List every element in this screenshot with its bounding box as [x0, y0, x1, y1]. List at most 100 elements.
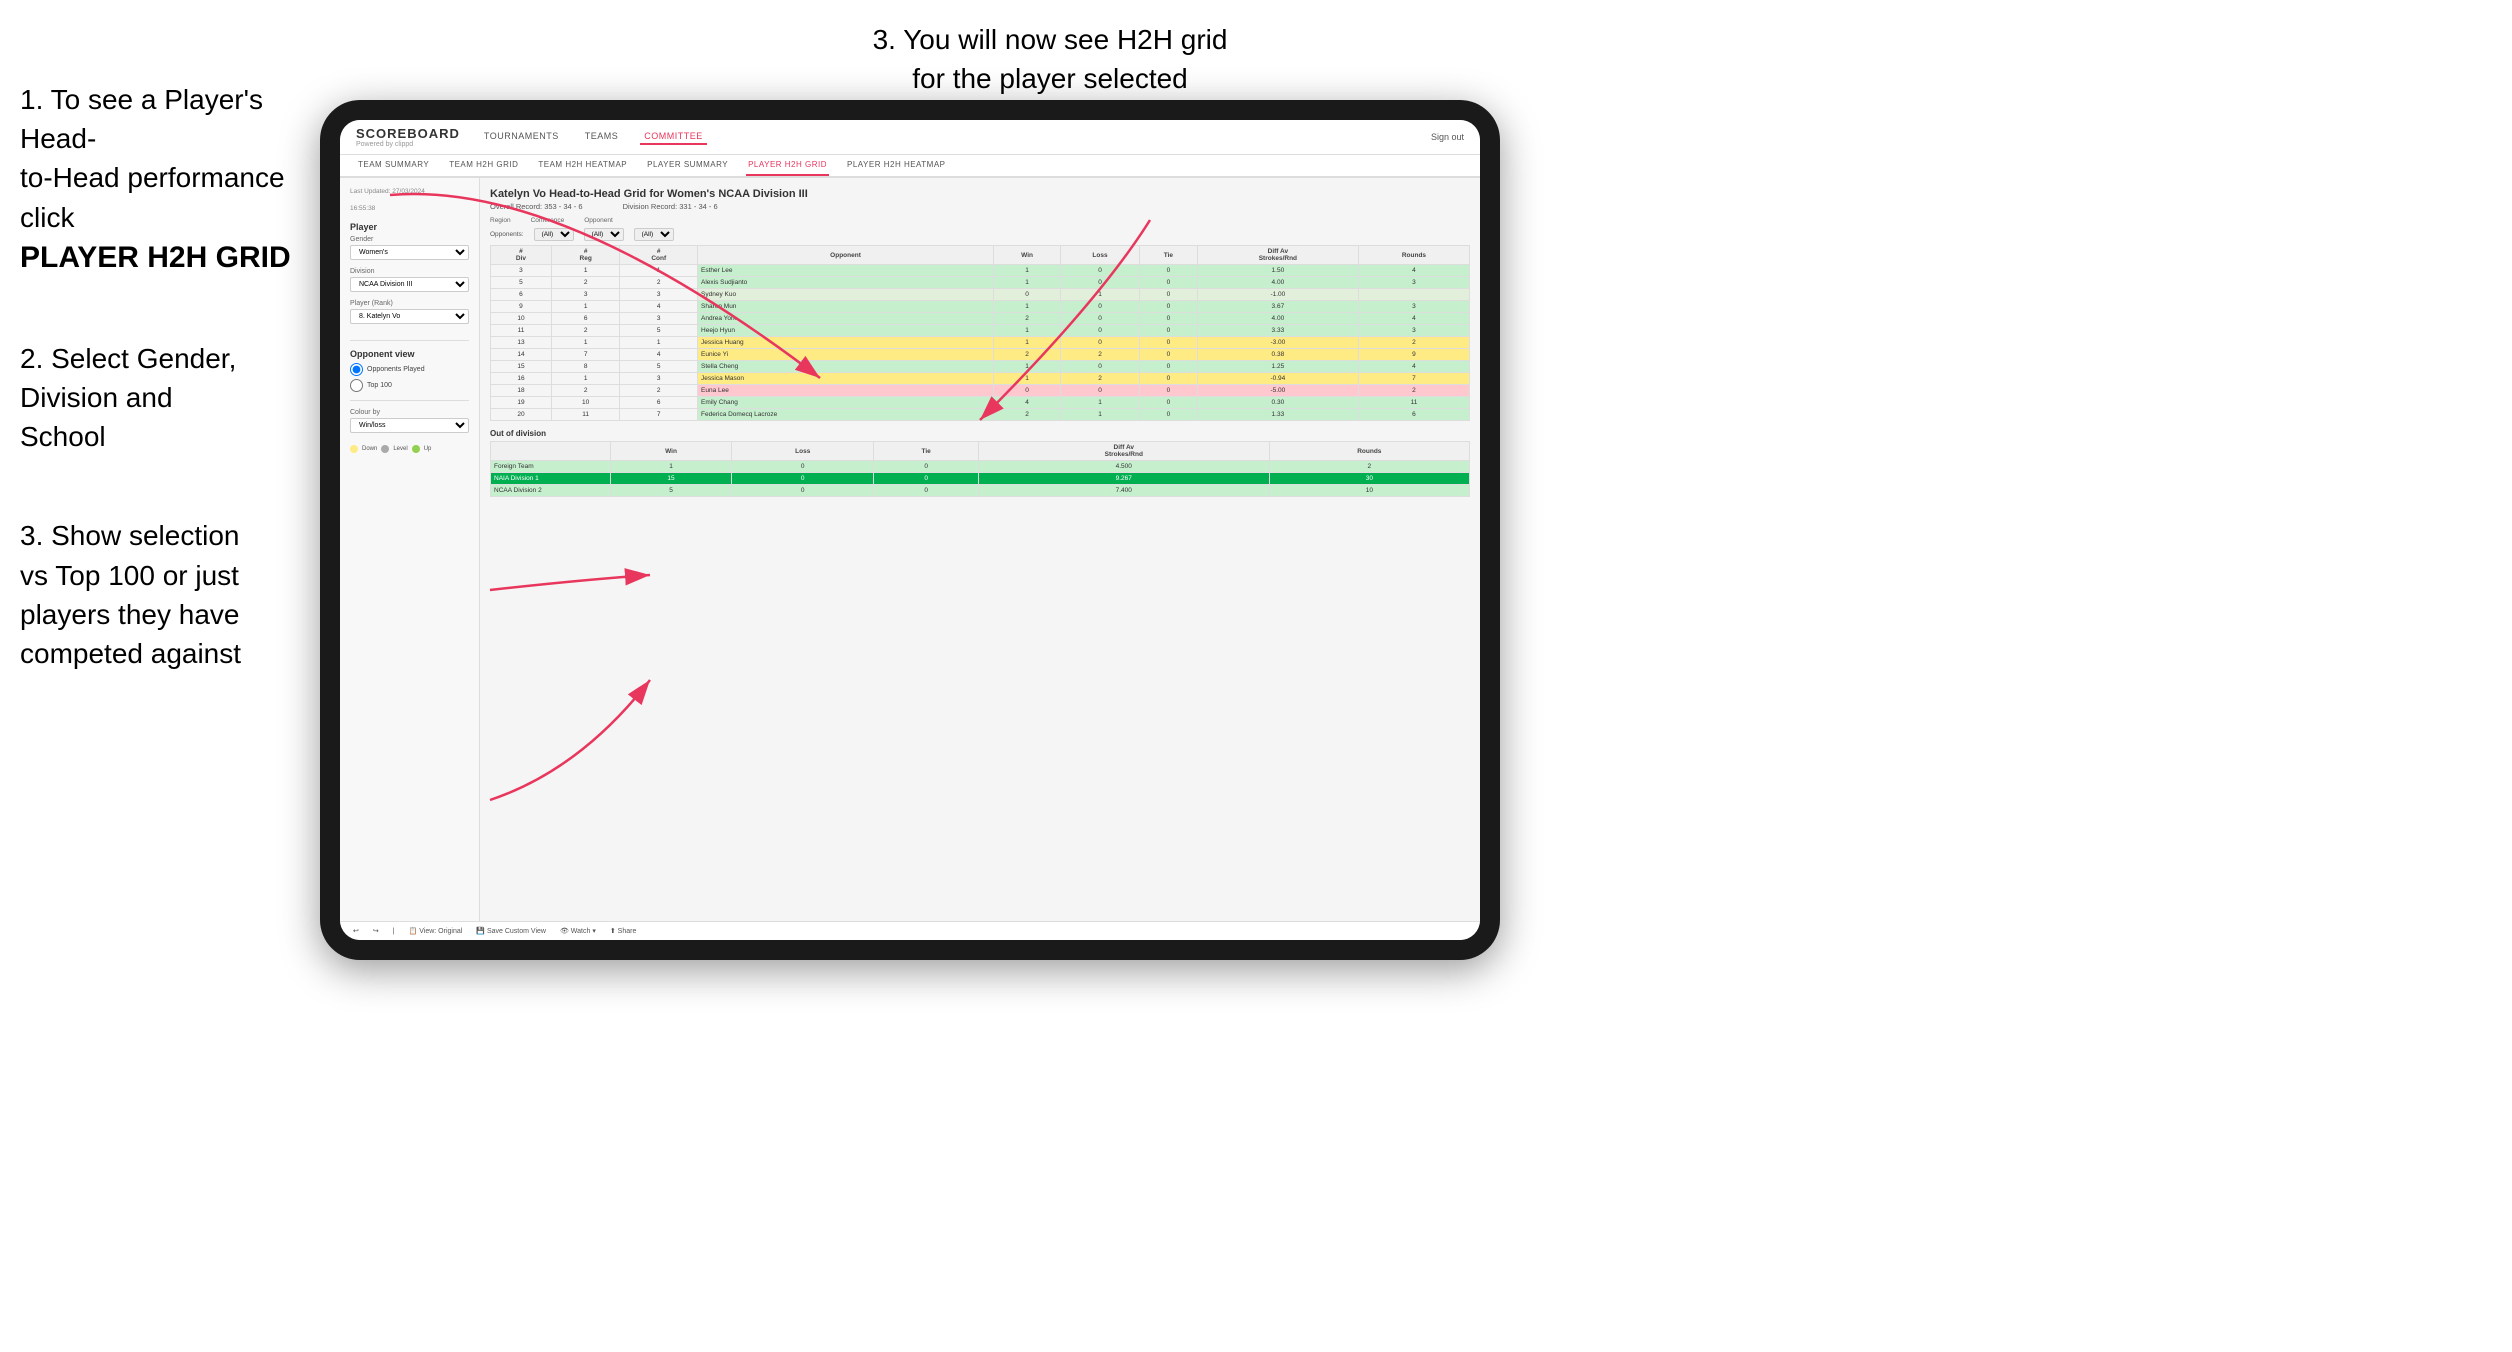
view-original-button[interactable]: 📋 View: Original — [406, 926, 466, 936]
cell-tie: 0 — [1139, 265, 1197, 277]
division-label: Division — [350, 268, 469, 275]
cell-loss: 0 — [1061, 277, 1140, 289]
cell-tie: 0 — [1139, 277, 1197, 289]
table-row: 3 1 1 Esther Lee 1 0 0 1.50 4 — [491, 265, 1470, 277]
player-rank-select[interactable]: 8. Katelyn Vo — [350, 309, 469, 324]
legend-dot-level — [381, 445, 389, 453]
cell-opponent: Emily Chang — [698, 397, 994, 409]
legend: Down Level Up — [350, 445, 469, 453]
redo-button[interactable]: ↪ — [370, 926, 382, 936]
tab-player-h2h-heatmap[interactable]: PLAYER H2H HEATMAP — [845, 155, 948, 176]
share-button[interactable]: ⬆ Share — [607, 926, 640, 936]
nav-tournaments[interactable]: TOURNAMENTS — [480, 129, 563, 145]
col-ood-loss: Loss — [732, 442, 874, 461]
table-row: 13 1 1 Jessica Huang 1 0 0 -3.00 2 — [491, 337, 1470, 349]
cell-loss: 0 — [1061, 325, 1140, 337]
cell-diff: 0.30 — [1197, 397, 1358, 409]
tab-team-h2h-grid[interactable]: TEAM H2H GRID — [447, 155, 520, 176]
colour-by-select[interactable]: Win/loss — [350, 418, 469, 433]
region-filter-group: Region — [490, 217, 511, 224]
table-row: NAIA Division 1 15 0 0 9.267 30 — [491, 473, 1470, 485]
cell-ood-diff: 7.400 — [978, 485, 1269, 497]
cell-ood-loss: 0 — [732, 473, 874, 485]
cell-rounds: 3 — [1358, 325, 1469, 337]
cell-reg: 7 — [551, 349, 620, 361]
cell-reg: 2 — [551, 385, 620, 397]
undo-button[interactable]: ↩ — [350, 926, 362, 936]
radio-top100-input[interactable] — [350, 379, 363, 392]
cell-rounds: 6 — [1358, 409, 1469, 421]
cell-reg: 11 — [551, 409, 620, 421]
conference-label: Conference — [531, 217, 565, 224]
table-row: 9 1 4 Sharon Mun 1 0 0 3.67 3 — [491, 301, 1470, 313]
division-select[interactable]: NCAA Division III — [350, 277, 469, 292]
cell-rounds: 4 — [1358, 361, 1469, 373]
cell-conf: 3 — [620, 289, 698, 301]
nav-committee[interactable]: COMMITTEE — [640, 129, 707, 145]
cell-div: 6 — [491, 289, 552, 301]
tablet-screen: SCOREBOARD Powered by clippd TOURNAMENTS… — [340, 120, 1480, 940]
cell-rounds: 2 — [1358, 385, 1469, 397]
timestamp: Last Updated: 27/03/2024 — [350, 188, 469, 195]
cell-opponent: Alexis Sudjianto — [698, 277, 994, 289]
table-row: 10 6 3 Andrea York 2 0 0 4.00 4 — [491, 313, 1470, 325]
table-row: 14 7 4 Eunice Yi 2 2 0 0.38 9 — [491, 349, 1470, 361]
nav-teams[interactable]: TEAMS — [581, 129, 623, 145]
cell-loss: 1 — [1061, 409, 1140, 421]
opponent-name-select[interactable]: (All) — [634, 228, 674, 241]
table-row: 16 1 3 Jessica Mason 1 2 0 -0.94 7 — [491, 373, 1470, 385]
col-rounds: Rounds — [1358, 246, 1469, 265]
overall-record: Overall Record: 353 - 34 - 6 — [490, 202, 583, 211]
cell-rounds: 2 — [1358, 337, 1469, 349]
division-record: Division Record: 331 - 34 - 6 — [623, 202, 718, 211]
cell-div: 20 — [491, 409, 552, 421]
cell-win: 1 — [994, 301, 1061, 313]
radio-top100[interactable]: Top 100 — [350, 379, 469, 392]
cell-loss: 2 — [1061, 373, 1140, 385]
opponent-view-radio-group: Opponents Played Top 100 — [350, 363, 469, 392]
cell-ood-opponent: Foreign Team — [491, 461, 611, 473]
right-content: Katelyn Vo Head-to-Head Grid for Women's… — [480, 178, 1480, 921]
radio-opponents-played[interactable]: Opponents Played — [350, 363, 469, 376]
gender-select[interactable]: Women's Men's — [350, 245, 469, 260]
conference-select[interactable]: (All) — [584, 228, 624, 241]
cell-loss: 0 — [1061, 361, 1140, 373]
watch-button[interactable]: 👁 Watch ▾ — [557, 926, 599, 936]
cell-opponent: Sharon Mun — [698, 301, 994, 313]
cell-conf: 4 — [620, 301, 698, 313]
tab-player-summary[interactable]: PLAYER SUMMARY — [645, 155, 730, 176]
step1: 1. To see a Player's Head- to-Head perfo… — [20, 80, 300, 279]
cell-conf: 3 — [620, 313, 698, 325]
legend-up-label: Up — [424, 446, 432, 452]
grid-record: Overall Record: 353 - 34 - 6 Division Re… — [490, 202, 1470, 211]
legend-down-label: Down — [362, 446, 377, 452]
col-ood-tie: Tie — [874, 442, 979, 461]
cell-conf: 1 — [620, 337, 698, 349]
col-tie: Tie — [1139, 246, 1197, 265]
gender-label: Gender — [350, 236, 469, 243]
col-div: #Div — [491, 246, 552, 265]
col-diff: Diff AvStrokes/Rnd — [1197, 246, 1358, 265]
cell-rounds: 4 — [1358, 265, 1469, 277]
cell-reg: 6 — [551, 313, 620, 325]
cell-loss: 1 — [1061, 289, 1140, 301]
opponents-select[interactable]: (All) — [534, 228, 574, 241]
tab-player-h2h-grid[interactable]: PLAYER H2H GRID — [746, 155, 829, 176]
tab-team-h2h-heatmap[interactable]: TEAM H2H HEATMAP — [536, 155, 629, 176]
cell-win: 2 — [994, 313, 1061, 325]
cell-reg: 10 — [551, 397, 620, 409]
sign-out-button[interactable]: Sign out — [1431, 132, 1464, 142]
cell-rounds: 9 — [1358, 349, 1469, 361]
cell-ood-tie: 0 — [874, 461, 979, 473]
col-win: Win — [994, 246, 1061, 265]
cell-rounds — [1358, 289, 1469, 301]
tab-team-summary[interactable]: TEAM SUMMARY — [356, 155, 431, 176]
colour-by-label: Colour by — [350, 409, 469, 416]
cell-win: 1 — [994, 337, 1061, 349]
cell-ood-diff: 9.267 — [978, 473, 1269, 485]
radio-opponents-played-input[interactable] — [350, 363, 363, 376]
save-custom-view-button[interactable]: 💾 Save Custom View — [473, 926, 549, 936]
timestamp2: 16:55:38 — [350, 205, 469, 212]
opponent-view-title: Opponent view — [350, 349, 469, 359]
cell-reg: 8 — [551, 361, 620, 373]
